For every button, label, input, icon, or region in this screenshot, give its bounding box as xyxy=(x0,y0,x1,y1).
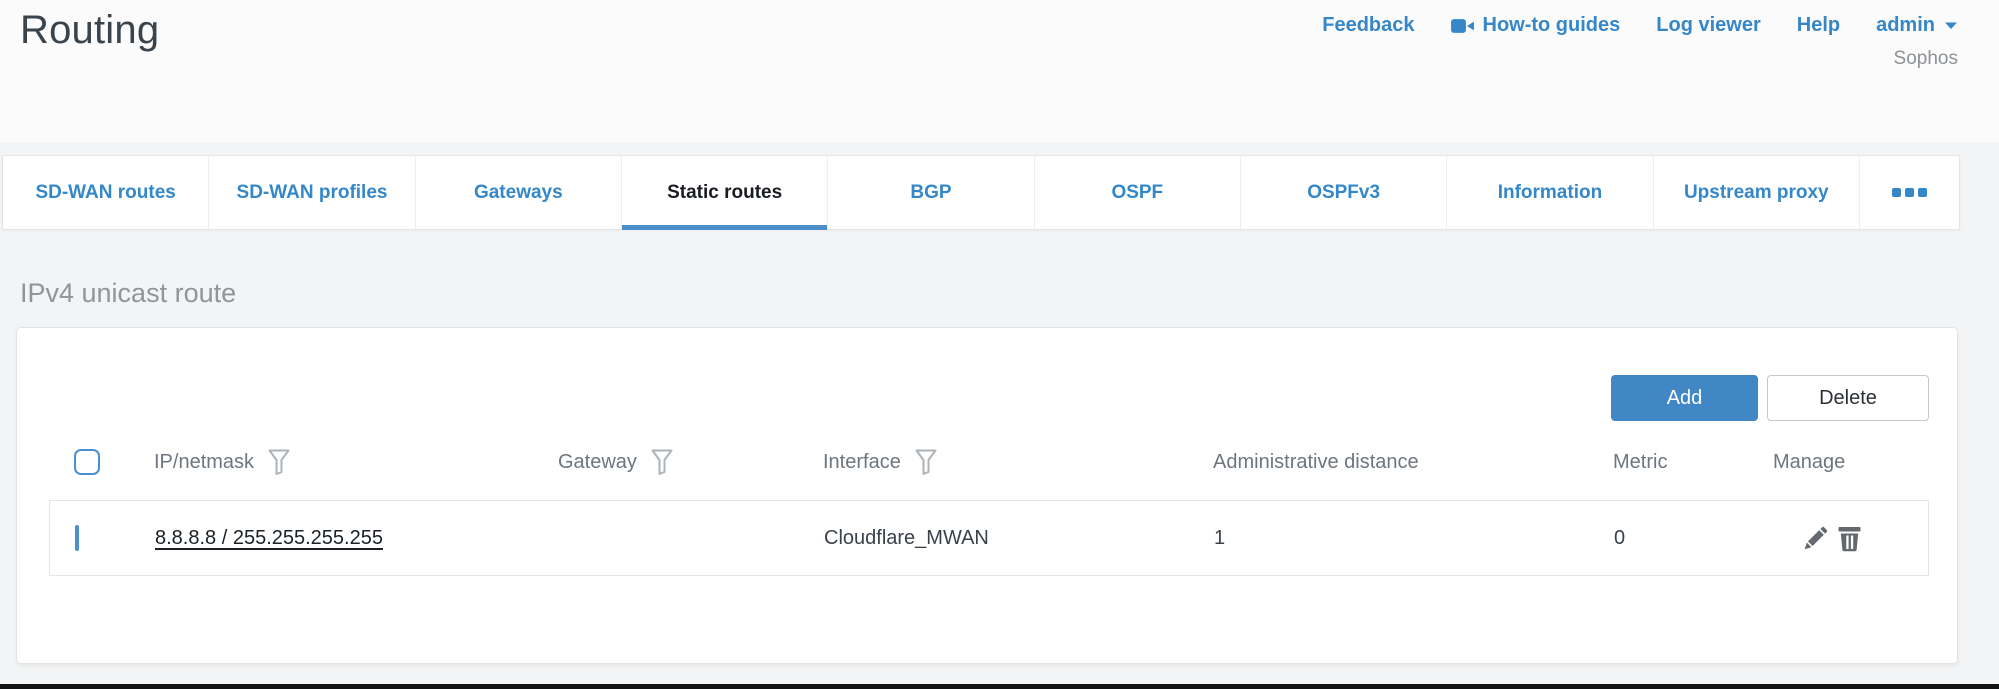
bottom-edge-bar xyxy=(0,684,1999,689)
tab-label: SD-WAN profiles xyxy=(237,182,388,204)
trash-icon xyxy=(1837,525,1862,552)
cell-metric: 0 xyxy=(1610,527,1770,550)
column-label: Administrative distance xyxy=(1213,451,1419,474)
table-row: 8.8.8.8 / 255.255.255.255 Cloudflare_MWA… xyxy=(49,500,1929,576)
log-viewer-link[interactable]: Log viewer xyxy=(1656,14,1760,37)
tab-label: BGP xyxy=(910,182,951,204)
column-label: Interface xyxy=(823,451,901,474)
ellipsis-icon xyxy=(1892,188,1901,197)
funnel-icon[interactable] xyxy=(651,449,673,476)
column-header-metric: Metric xyxy=(1609,451,1769,474)
column-label: Gateway xyxy=(558,451,637,474)
toolbar: Add Delete xyxy=(49,375,1929,421)
route-link[interactable]: 8.8.8.8 / 255.255.255.255 xyxy=(155,527,383,549)
column-header-ip-netmask: IP/netmask xyxy=(150,449,554,476)
tab-static-routes[interactable]: Static routes xyxy=(621,156,827,229)
tab-information[interactable]: Information xyxy=(1446,156,1652,229)
ellipsis-icon xyxy=(1918,188,1927,197)
tab-label: Static routes xyxy=(667,182,782,204)
add-button[interactable]: Add xyxy=(1611,375,1758,421)
row-checkbox[interactable] xyxy=(75,525,79,551)
howto-guides-label: How-to guides xyxy=(1483,14,1621,37)
tab-label: SD-WAN routes xyxy=(35,182,175,204)
column-label: Manage xyxy=(1773,451,1845,474)
chevron-down-icon xyxy=(1944,21,1958,30)
tab-sd-wan-profiles[interactable]: SD-WAN profiles xyxy=(208,156,414,229)
log-viewer-label: Log viewer xyxy=(1656,14,1760,37)
tab-upstream-proxy[interactable]: Upstream proxy xyxy=(1653,156,1859,229)
top-nav: Feedback How-to guides Log viewer Help a… xyxy=(1322,14,1958,37)
page-title: Routing xyxy=(20,8,159,53)
funnel-icon[interactable] xyxy=(915,449,937,476)
tab-label: Information xyxy=(1498,182,1603,204)
more-tabs-button[interactable] xyxy=(1859,156,1959,229)
column-header-gateway: Gateway xyxy=(554,449,819,476)
cell-manage xyxy=(1770,525,1928,552)
column-header-manage: Manage xyxy=(1769,451,1929,474)
feedback-link-label: Feedback xyxy=(1322,14,1414,37)
tab-ospf[interactable]: OSPF xyxy=(1034,156,1240,229)
org-label: Sophos xyxy=(1894,48,1958,70)
tab-sd-wan-routes[interactable]: SD-WAN routes xyxy=(3,156,208,229)
page-header: Routing Feedback How-to guides Log viewe… xyxy=(0,0,1999,142)
cell-interface: Cloudflare_MWAN xyxy=(820,527,1210,550)
table-header-row: IP/netmask Gateway Interface Administrat… xyxy=(49,431,1929,493)
header-checkbox-cell xyxy=(49,449,150,475)
tab-label: OSPFv3 xyxy=(1307,182,1380,204)
section-heading: IPv4 unicast route xyxy=(20,278,1999,309)
video-camera-icon xyxy=(1451,18,1474,34)
tab-label: Upstream proxy xyxy=(1684,182,1829,204)
column-header-interface: Interface xyxy=(819,449,1209,476)
help-link[interactable]: Help xyxy=(1797,14,1840,37)
feedback-link[interactable]: Feedback xyxy=(1322,14,1414,37)
ellipsis-icon xyxy=(1905,188,1914,197)
tab-bgp[interactable]: BGP xyxy=(827,156,1033,229)
delete-button[interactable]: Delete xyxy=(1767,375,1929,421)
column-label: IP/netmask xyxy=(154,451,254,474)
tab-label: Gateways xyxy=(474,182,563,204)
funnel-icon[interactable] xyxy=(268,449,290,476)
tab-label: OSPF xyxy=(1111,182,1163,204)
pencil-icon xyxy=(1802,525,1829,552)
tab-ospfv3[interactable]: OSPFv3 xyxy=(1240,156,1446,229)
tab-gateways[interactable]: Gateways xyxy=(415,156,621,229)
delete-route-button[interactable] xyxy=(1837,525,1862,552)
edit-route-button[interactable] xyxy=(1802,525,1829,552)
select-all-checkbox[interactable] xyxy=(74,449,100,475)
help-label: Help xyxy=(1797,14,1840,37)
column-label: Metric xyxy=(1613,451,1667,474)
cell-administrative-distance: 1 xyxy=(1210,527,1610,550)
howto-guides-link[interactable]: How-to guides xyxy=(1451,14,1621,37)
user-menu[interactable]: admin xyxy=(1876,14,1958,37)
tab-bar: SD-WAN routes SD-WAN profiles Gateways S… xyxy=(2,155,1960,230)
column-header-administrative-distance: Administrative distance xyxy=(1209,451,1609,474)
routes-card: Add Delete IP/netmask Gateway Interface … xyxy=(16,327,1958,664)
cell-ip-netmask: 8.8.8.8 / 255.255.255.255 xyxy=(151,527,555,550)
row-checkbox-cell xyxy=(50,527,151,550)
user-menu-label: admin xyxy=(1876,14,1935,37)
